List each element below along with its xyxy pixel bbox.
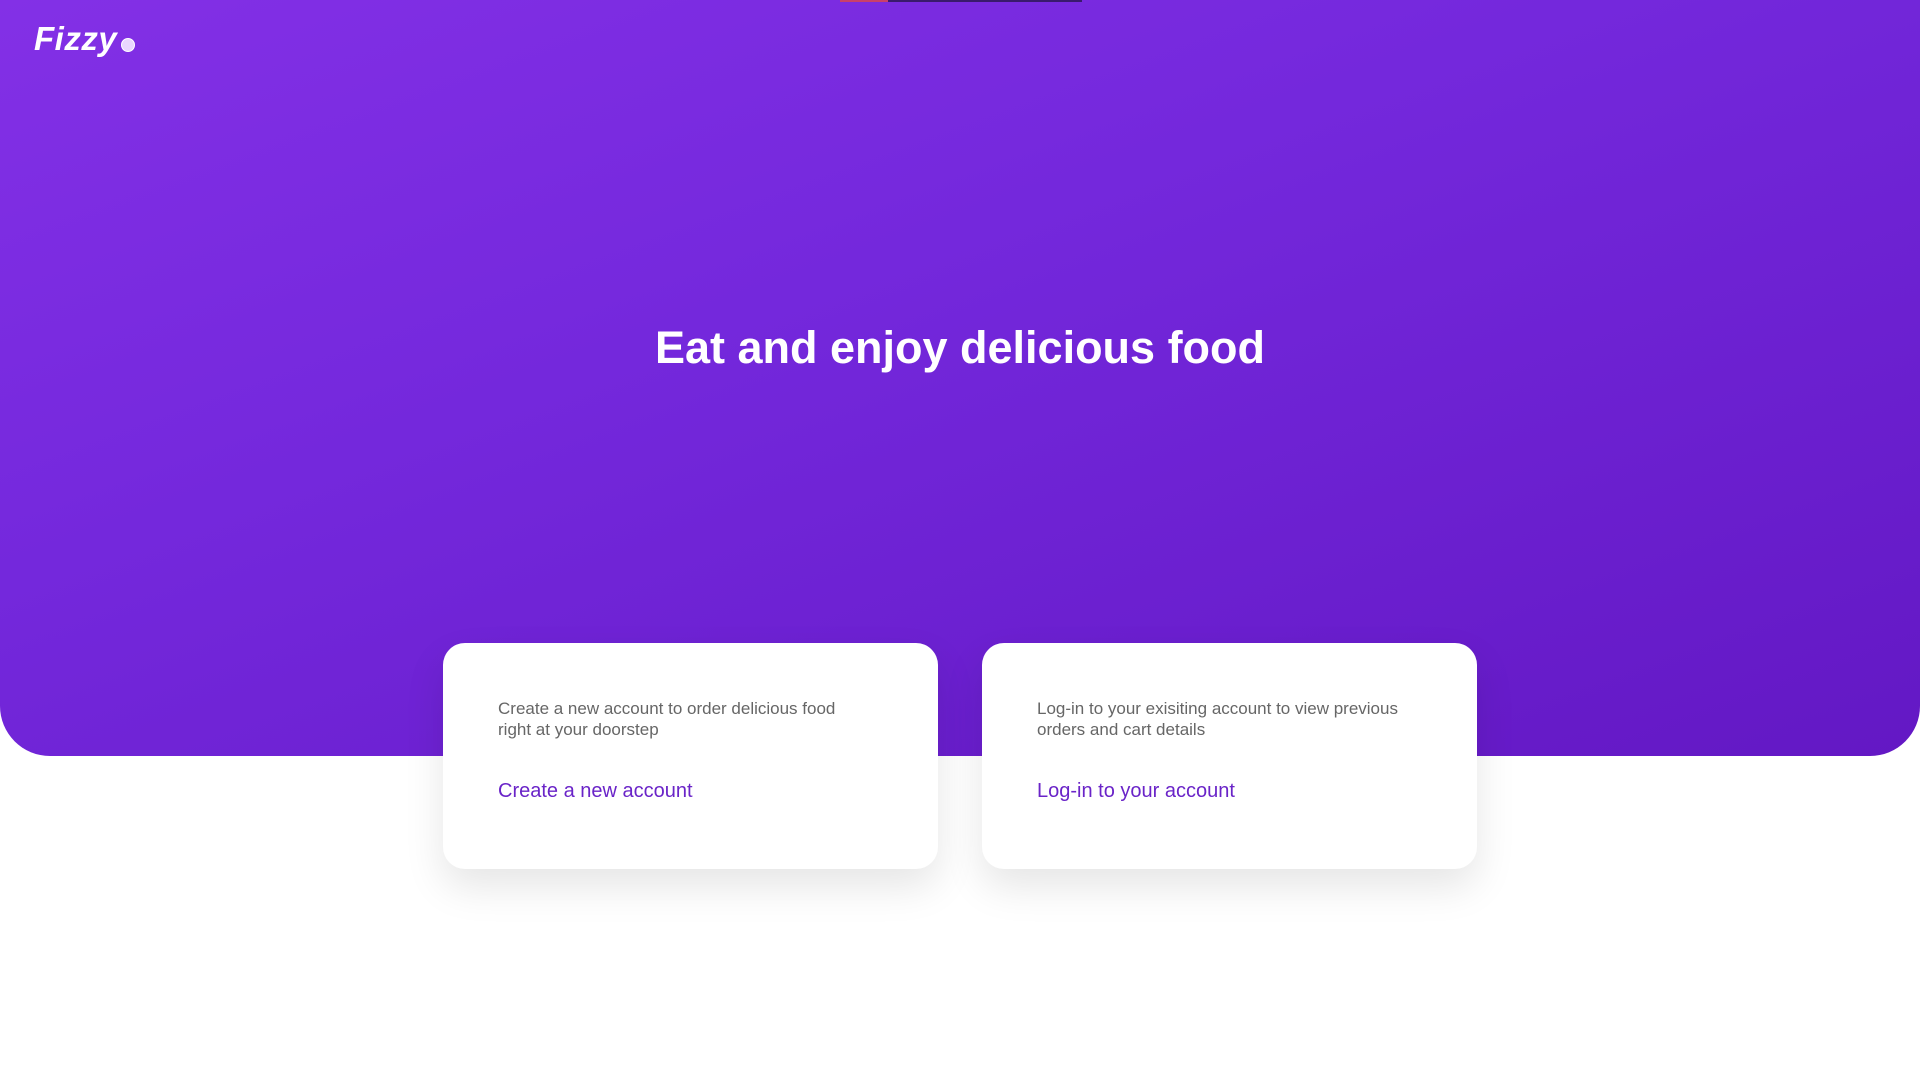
page: Fizzy Eat and enjoy delicious food Creat… — [0, 0, 1920, 1080]
account-cards: Create a new account to order delicious … — [443, 643, 1477, 869]
login-card-description: Log-in to your exisiting account to view… — [1037, 699, 1398, 739]
signup-card-description: Create a new account to order delicious … — [498, 699, 836, 739]
dot-icon — [121, 38, 136, 52]
brand-name: Fizzy — [34, 20, 118, 57]
brand-logo[interactable]: Fizzy — [34, 20, 136, 58]
top-accent-bar — [840, 0, 1082, 2]
top-accent-segment — [888, 0, 1082, 2]
login-link[interactable]: Log-in to your account — [1037, 780, 1235, 803]
create-account-link[interactable]: Create a new account — [498, 780, 693, 803]
hero-headline: Eat and enjoy delicious food — [654, 322, 1266, 373]
signup-card: Create a new account to order delicious … — [443, 643, 938, 869]
login-card: Log-in to your exisiting account to view… — [982, 643, 1477, 869]
top-accent-segment — [840, 0, 888, 2]
